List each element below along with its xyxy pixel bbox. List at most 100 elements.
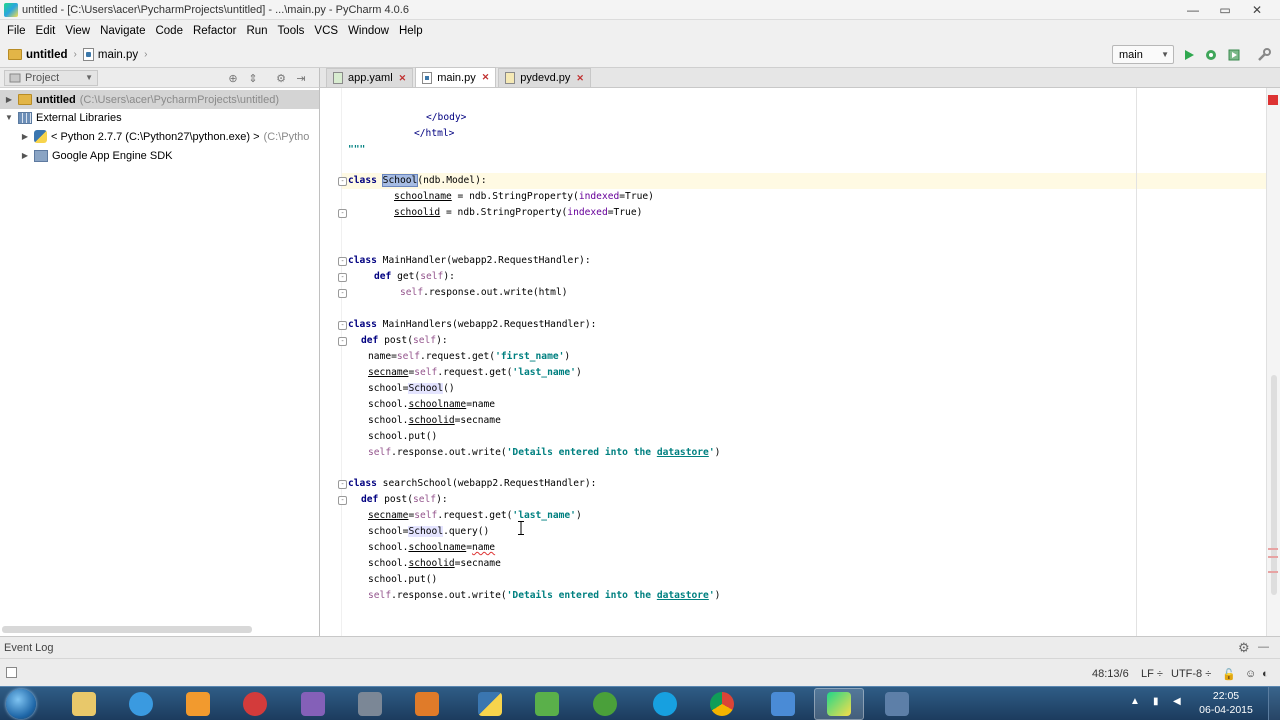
taskbar-app-13[interactable]: [230, 688, 280, 720]
taskbar-pycharm[interactable]: [814, 688, 864, 720]
code-token: =name: [466, 399, 496, 410]
gear-icon[interactable]: ⚙: [1238, 640, 1250, 656]
taskbar-skype[interactable]: [640, 688, 690, 720]
error-mark[interactable]: [1268, 556, 1278, 558]
gear-icon[interactable]: ⚙: [274, 71, 288, 85]
code-editor[interactable]: - - - - - - - - - </body> </html> """ cl…: [320, 88, 1266, 636]
error-indicator-icon[interactable]: [1268, 95, 1278, 105]
menu-help[interactable]: Help: [394, 25, 428, 37]
chevron-right-icon[interactable]: ▶: [20, 151, 30, 160]
run-button[interactable]: [1181, 47, 1197, 63]
project-tab-label: Project: [25, 71, 60, 84]
breadcrumb-separator-icon: ›: [73, 49, 77, 60]
error-mark[interactable]: [1268, 548, 1278, 550]
code-line: schoolname = ndb.StringProperty(indexed=…: [394, 189, 654, 205]
media-player-icon: [186, 692, 210, 716]
minimize-panel-icon[interactable]: —: [1258, 641, 1269, 653]
project-horizontal-scrollbar[interactable]: [2, 626, 252, 633]
tab-main-py[interactable]: main.py ✕: [415, 67, 497, 87]
event-icon[interactable]: ◐: [1262, 668, 1269, 680]
taskbar-chrome[interactable]: [697, 688, 747, 720]
lock-icon[interactable]: 🔓: [1222, 668, 1236, 681]
windows-start-button[interactable]: [6, 689, 36, 719]
code-token: def: [361, 335, 379, 346]
show-desktop-button[interactable]: [1268, 687, 1280, 720]
network-icon[interactable]: ▮: [1153, 696, 1159, 707]
menu-run[interactable]: Run: [241, 25, 272, 37]
breadcrumb-file[interactable]: main.py: [98, 49, 138, 61]
project-view-select[interactable]: Project ▼: [4, 69, 98, 86]
volume-icon[interactable]: ◀: [1173, 696, 1181, 707]
taskbar-calculator[interactable]: [345, 688, 395, 720]
minimize-button[interactable]: —: [1178, 0, 1208, 20]
tree-item-python-interpreter[interactable]: ▶ < Python 2.7.7 (C:\Python27\python.exe…: [0, 127, 309, 146]
chevron-right-icon[interactable]: ▶: [20, 132, 30, 141]
menu-edit[interactable]: Edit: [31, 25, 61, 37]
tree-item-external-libraries[interactable]: ▼ External Libraries: [0, 108, 122, 127]
tree-item-project-root[interactable]: ▶ untitled (C:\Users\acer\PycharmProject…: [0, 90, 319, 109]
code-token: schoolname: [408, 542, 467, 553]
close-button[interactable]: ✕: [1242, 0, 1272, 20]
code-line: self.response.out.write('Details entered…: [368, 445, 720, 461]
close-icon[interactable]: ✕: [482, 72, 490, 83]
menu-code[interactable]: Code: [150, 25, 188, 37]
taskbar-media-player[interactable]: [173, 688, 223, 720]
taskbar-app-blue[interactable]: [758, 688, 808, 720]
menu-window[interactable]: Window: [343, 25, 394, 37]
debug-button[interactable]: [1203, 47, 1219, 63]
menu-refactor[interactable]: Refactor: [188, 25, 241, 37]
menu-navigate[interactable]: Navigate: [95, 25, 150, 37]
collapse-all-icon[interactable]: ⇕: [246, 71, 260, 85]
code-token: def: [361, 494, 379, 505]
hide-panel-icon[interactable]: ⇥: [294, 71, 308, 85]
code-line: school.schoolname=name: [368, 540, 495, 556]
tray-expand-icon[interactable]: ▲: [1130, 696, 1140, 707]
tool-windows-toggle-icon[interactable]: [6, 667, 17, 678]
menu-vcs[interactable]: VCS: [309, 25, 343, 37]
taskbar-app-save[interactable]: [872, 688, 922, 720]
editor-scrollbar-thumb[interactable]: [1271, 375, 1277, 595]
close-icon[interactable]: ✕: [399, 73, 407, 84]
code-token: class: [348, 319, 377, 330]
code-token: 'first_name': [495, 351, 565, 362]
taskbar-internet-explorer[interactable]: [116, 688, 166, 720]
taskbar-app-orange[interactable]: [402, 688, 452, 720]
taskbar-python[interactable]: [465, 688, 515, 720]
project-icon: [9, 73, 21, 82]
run-configuration-select[interactable]: main ▼: [1112, 45, 1174, 64]
code-token: 'Details entered into the: [506, 590, 657, 601]
tab-pydevd-py[interactable]: pydevd.py ✕: [498, 68, 591, 87]
code-token: def: [374, 271, 392, 282]
menu-file[interactable]: File: [2, 25, 31, 37]
code-token: =True): [619, 191, 654, 202]
inspection-icon[interactable]: ☺: [1245, 668, 1256, 680]
code-token: self: [420, 271, 444, 282]
menu-tools[interactable]: Tools: [273, 25, 310, 37]
maximize-button[interactable]: ▭: [1210, 0, 1240, 20]
coverage-button[interactable]: [1226, 47, 1242, 63]
tab-app-yaml[interactable]: app.yaml ✕: [326, 68, 414, 87]
menu-view[interactable]: View: [60, 25, 95, 37]
taskbar-utorrent[interactable]: [580, 688, 630, 720]
close-icon[interactable]: ✕: [576, 73, 584, 84]
yaml-file-icon: [333, 72, 343, 84]
code-token: self: [368, 447, 392, 458]
scroll-from-source-icon[interactable]: ⊕: [226, 71, 240, 85]
chevron-down-icon[interactable]: ▼: [4, 113, 14, 122]
chevron-right-icon[interactable]: ▶: [4, 95, 14, 104]
taskbar-app-purple[interactable]: [288, 688, 338, 720]
code-token: class: [348, 175, 377, 186]
caret-position[interactable]: 48:13/6: [1092, 668, 1129, 680]
system-clock[interactable]: 22:05 06-04-2015: [1196, 689, 1256, 717]
event-log-button[interactable]: Event Log: [4, 642, 54, 654]
taskbar-explorer[interactable]: [59, 688, 109, 720]
error-mark[interactable]: [1268, 571, 1278, 573]
line-separator-select[interactable]: LF ÷: [1141, 668, 1163, 680]
taskbar-app-chart[interactable]: [522, 688, 572, 720]
encoding-select[interactable]: UTF-8 ÷: [1171, 668, 1211, 680]
code-token: </html>: [414, 128, 455, 139]
code-token: 'Details entered into the: [506, 447, 657, 458]
tree-item-gae-sdk[interactable]: ▶ Google App Engine SDK: [0, 146, 172, 165]
settings-button[interactable]: [1256, 47, 1272, 63]
breadcrumb-project[interactable]: untitled: [26, 49, 68, 61]
